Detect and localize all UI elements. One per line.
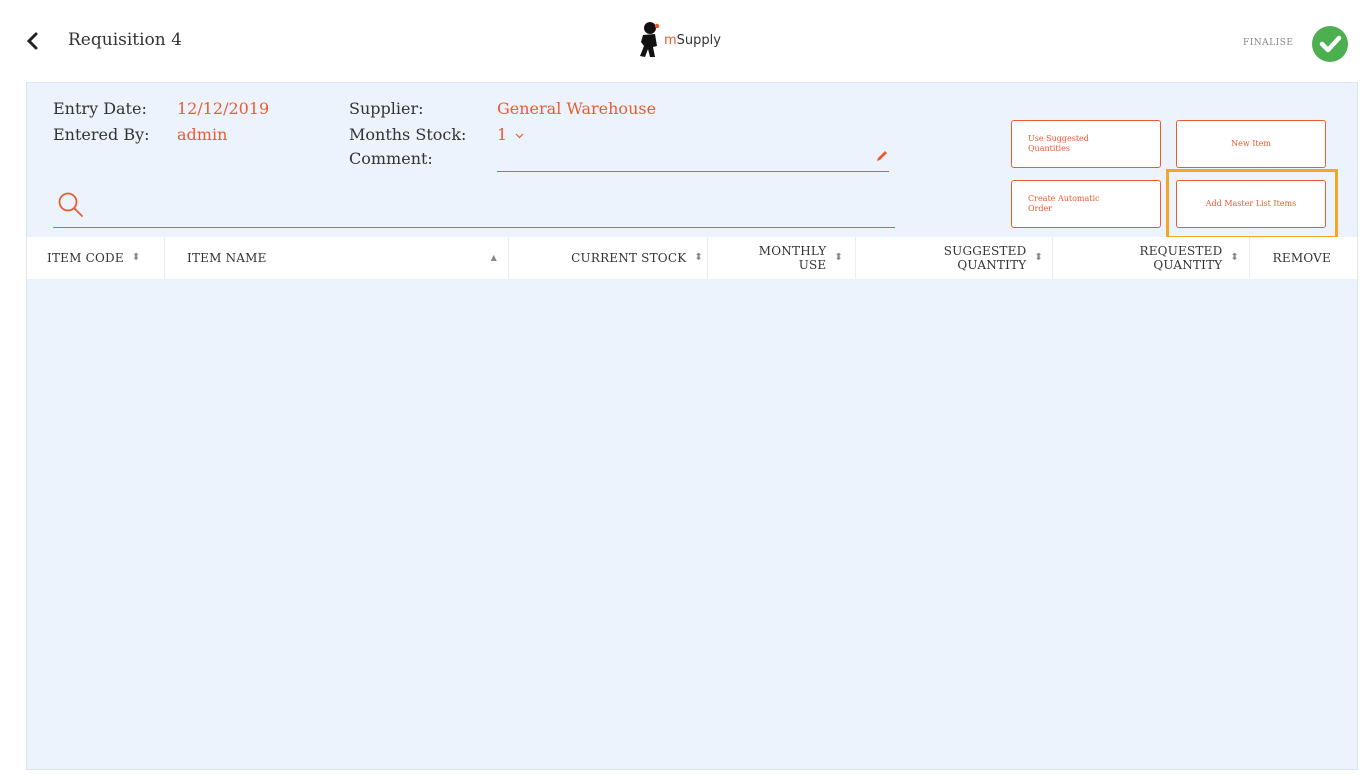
page-title: Requisition 4 bbox=[68, 30, 182, 50]
sort-icon: ⬍ bbox=[834, 252, 843, 263]
comment-field[interactable] bbox=[497, 171, 889, 172]
create-automatic-label: Create Automatic Order bbox=[1028, 194, 1100, 213]
msupply-logo: mSupply bbox=[638, 16, 721, 64]
column-item-code[interactable]: ITEM CODE ⬍ bbox=[47, 237, 157, 279]
use-suggested-label: Use Suggested Quantities bbox=[1028, 134, 1089, 153]
add-master-list-items-button[interactable]: Add Master List Items bbox=[1176, 180, 1326, 228]
msupply-logo-icon bbox=[640, 22, 660, 57]
column-current-stock[interactable]: CURRENT STOCK ⬍ bbox=[517, 237, 703, 279]
column-item-name[interactable]: ITEM NAME ▲ bbox=[187, 237, 497, 279]
finalise-button[interactable] bbox=[1312, 26, 1348, 62]
logo-text: Supply bbox=[676, 32, 721, 48]
table-body bbox=[27, 279, 1357, 769]
months-stock-value: 1 bbox=[497, 125, 508, 144]
entered-by-label: Entered By: bbox=[53, 125, 150, 144]
entry-date-value: 12/12/2019 bbox=[177, 99, 270, 118]
months-stock-label: Months Stock: bbox=[349, 125, 467, 144]
table-header: ITEM CODE ⬍ ITEM NAME ▲ CURRENT STOCK ⬍ … bbox=[27, 237, 1357, 279]
new-item-label: New Item bbox=[1231, 139, 1271, 148]
finalise-label[interactable]: FINALISE bbox=[1243, 38, 1293, 48]
entered-by-value: admin bbox=[177, 125, 228, 144]
column-requested-quantity[interactable]: REQUESTED QUANTITY ⬍ bbox=[1063, 237, 1239, 279]
entry-date-label: Entry Date: bbox=[53, 99, 147, 118]
create-automatic-order-button[interactable]: Create Automatic Order bbox=[1011, 180, 1161, 228]
requisition-panel: Entry Date: 12/12/2019 Entered By: admin… bbox=[26, 82, 1358, 770]
sort-icon: ⬍ bbox=[131, 252, 141, 263]
pencil-icon[interactable] bbox=[875, 149, 889, 163]
column-current-stock-label: CURRENT STOCK bbox=[571, 251, 687, 265]
sort-icon: ⬍ bbox=[1230, 252, 1239, 263]
sort-up-icon: ▲ bbox=[490, 253, 497, 262]
search-input[interactable] bbox=[91, 193, 891, 223]
column-suggested-label-2: QUANTITY bbox=[957, 258, 1027, 272]
column-item-code-label: ITEM CODE bbox=[47, 251, 124, 265]
column-suggested-label-1: SUGGESTED bbox=[943, 244, 1027, 258]
search-underline bbox=[53, 227, 895, 228]
new-item-button[interactable]: New Item bbox=[1176, 120, 1326, 168]
sort-icon: ⬍ bbox=[694, 252, 703, 263]
column-remove-label: REMOVE bbox=[1272, 251, 1331, 265]
use-suggested-quantities-button[interactable]: Use Suggested Quantities bbox=[1011, 120, 1161, 168]
column-requested-label-2: QUANTITY bbox=[1153, 258, 1223, 272]
supplier-value[interactable]: General Warehouse bbox=[497, 99, 656, 118]
logo-m: m bbox=[664, 32, 677, 48]
column-item-name-label: ITEM NAME bbox=[187, 251, 267, 265]
supplier-label: Supplier: bbox=[349, 99, 424, 118]
months-stock-select[interactable]: 1 bbox=[497, 125, 524, 144]
column-suggested-quantity[interactable]: SUGGESTED QUANTITY ⬍ bbox=[867, 237, 1043, 279]
column-monthly-use[interactable]: MONTHLY USE ⬍ bbox=[717, 237, 843, 279]
check-icon bbox=[1319, 35, 1342, 53]
back-arrow-icon[interactable] bbox=[24, 30, 42, 52]
comment-label: Comment: bbox=[349, 149, 433, 168]
column-requested-label-1: REQUESTED bbox=[1139, 244, 1223, 258]
sort-icon: ⬍ bbox=[1034, 252, 1043, 263]
app-header: Requisition 4 mSupply FINALISE bbox=[0, 0, 1370, 82]
search-icon bbox=[58, 192, 83, 217]
add-master-list-label: Add Master List Items bbox=[1205, 199, 1297, 208]
column-monthly-use-label-2: USE bbox=[798, 258, 827, 272]
column-remove: REMOVE bbox=[1255, 237, 1331, 279]
chevron-down-icon bbox=[515, 133, 524, 138]
column-monthly-use-label-1: MONTHLY bbox=[758, 244, 827, 258]
